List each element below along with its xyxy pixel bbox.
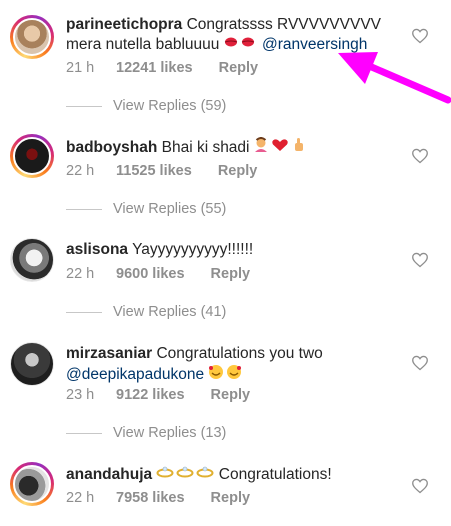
annotation-arrow [338,52,451,104]
